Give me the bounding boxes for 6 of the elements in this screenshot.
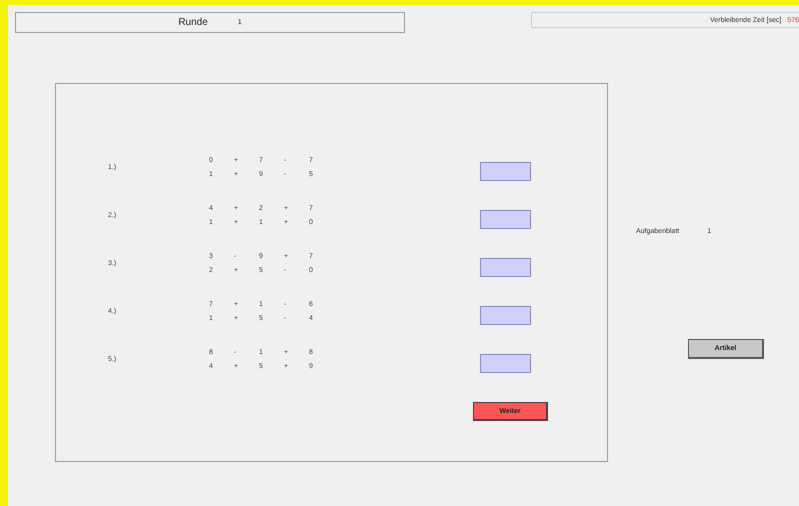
answer-field[interactable]: [480, 210, 531, 228]
answer-field[interactable]: [480, 162, 531, 180]
answer-field[interactable]: [480, 258, 531, 276]
answer-field[interactable]: [480, 306, 531, 324]
round-label: Runde: [178, 17, 208, 28]
answer-field[interactable]: [480, 354, 531, 372]
